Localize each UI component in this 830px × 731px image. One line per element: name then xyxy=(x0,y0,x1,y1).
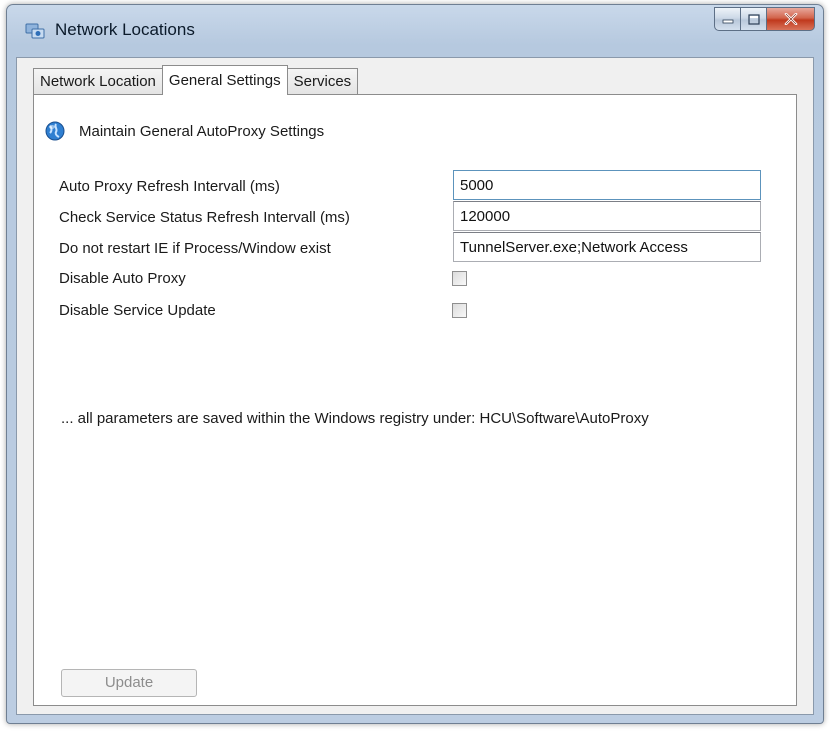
disable-auto-proxy-checkbox[interactable] xyxy=(452,271,467,286)
update-button[interactable]: Update xyxy=(61,669,197,697)
service-status-refresh-input[interactable] xyxy=(453,201,761,231)
service-status-refresh-label: Check Service Status Refresh Intervall (… xyxy=(59,209,350,226)
tab-general-settings[interactable]: General Settings xyxy=(161,65,288,95)
client-area: Network Location General Settings Servic… xyxy=(16,57,814,715)
caption-buttons xyxy=(714,7,815,31)
close-button[interactable] xyxy=(767,7,815,31)
tab-strip: Network Location General Settings Servic… xyxy=(33,65,359,95)
registry-note: ... all parameters are saved within the … xyxy=(61,410,649,427)
title-bar[interactable]: Network Locations xyxy=(7,5,823,55)
tab-network-location[interactable]: Network Location xyxy=(33,68,163,95)
network-locations-window: Network Locations Network Location Gener… xyxy=(6,4,824,724)
window-title: Network Locations xyxy=(55,20,195,39)
tab-services[interactable]: Services xyxy=(286,68,359,95)
general-settings-panel: Maintain General AutoProxy Settings Auto… xyxy=(33,94,797,706)
panel-header-text: Maintain General AutoProxy Settings xyxy=(79,122,325,140)
auto-proxy-refresh-input[interactable] xyxy=(453,170,761,200)
no-restart-ie-label: Do not restart IE if Process/Window exis… xyxy=(59,240,331,257)
disable-service-update-label: Disable Service Update xyxy=(59,302,216,319)
panel-header: Maintain General AutoProxy Settings xyxy=(45,121,324,141)
globe-icon xyxy=(45,121,65,141)
close-icon xyxy=(784,13,797,25)
auto-proxy-refresh-label: Auto Proxy Refresh Intervall (ms) xyxy=(59,178,280,195)
minimize-button[interactable] xyxy=(714,7,741,31)
minimize-icon xyxy=(722,19,733,24)
disable-service-update-checkbox[interactable] xyxy=(452,303,467,318)
maximize-icon xyxy=(747,13,760,25)
network-locations-icon xyxy=(25,23,45,39)
no-restart-ie-input[interactable] xyxy=(453,232,761,262)
maximize-button[interactable] xyxy=(741,7,767,31)
disable-auto-proxy-label: Disable Auto Proxy xyxy=(59,270,186,287)
